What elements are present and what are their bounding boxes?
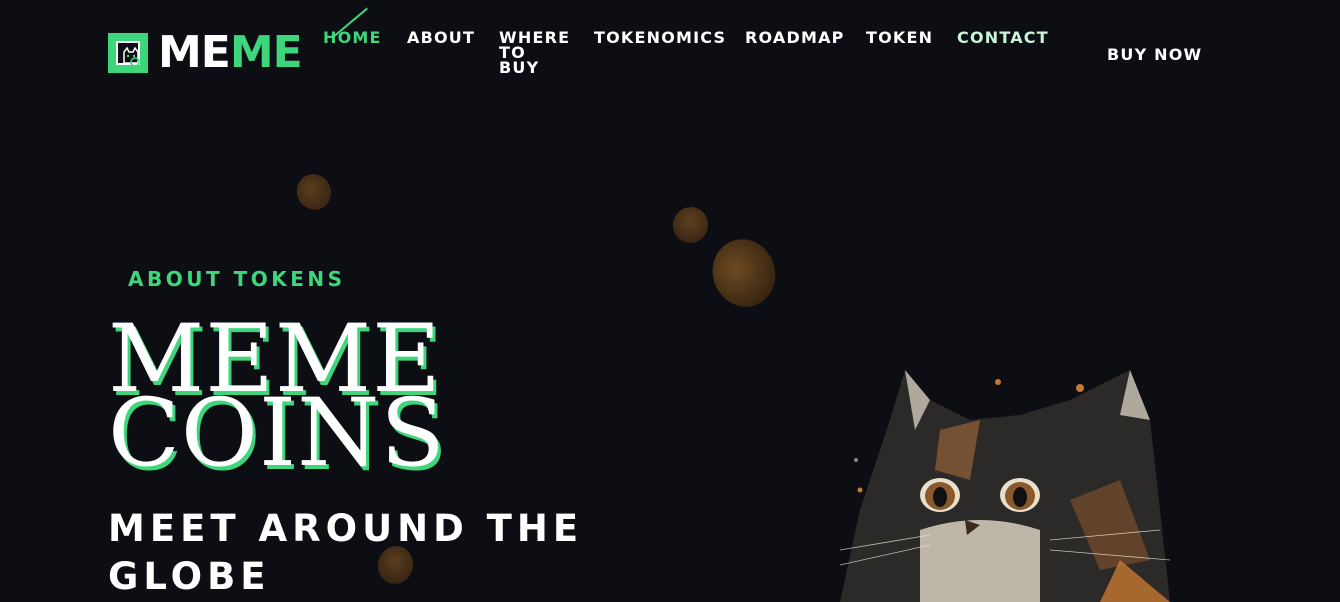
- buy-now-button[interactable]: BUY NOW: [1107, 45, 1202, 64]
- brand-name-white: ME: [158, 27, 231, 78]
- nav-roadmap[interactable]: ROADMAP: [745, 30, 845, 46]
- nav-where-to-buy[interactable]: WHERE TO BUY: [499, 30, 569, 76]
- coin-icon: [667, 202, 714, 248]
- nav-token[interactable]: TOKEN: [866, 30, 933, 46]
- hero-title-line-2: COINS: [108, 379, 446, 488]
- hero-subtitle: MEET AROUND THE GLOBE: [108, 507, 584, 598]
- coin-icon: [290, 168, 338, 216]
- section-kicker: ABOUT TOKENS: [128, 267, 346, 291]
- nav-tokenomics[interactable]: TOKENOMICS: [594, 30, 726, 46]
- nav-about[interactable]: ABOUT: [407, 30, 475, 46]
- nav-contact[interactable]: CONTACT: [957, 30, 1049, 46]
- hero-title: MEME COINS: [108, 313, 446, 488]
- cat-illustration: [839, 370, 1171, 602]
- brand-name: MEME: [158, 31, 303, 75]
- cat-logo-icon: [108, 33, 148, 73]
- coin-icon: [703, 230, 785, 316]
- site-logo[interactable]: MEME: [108, 31, 303, 75]
- brand-name-green: ME: [229, 27, 303, 78]
